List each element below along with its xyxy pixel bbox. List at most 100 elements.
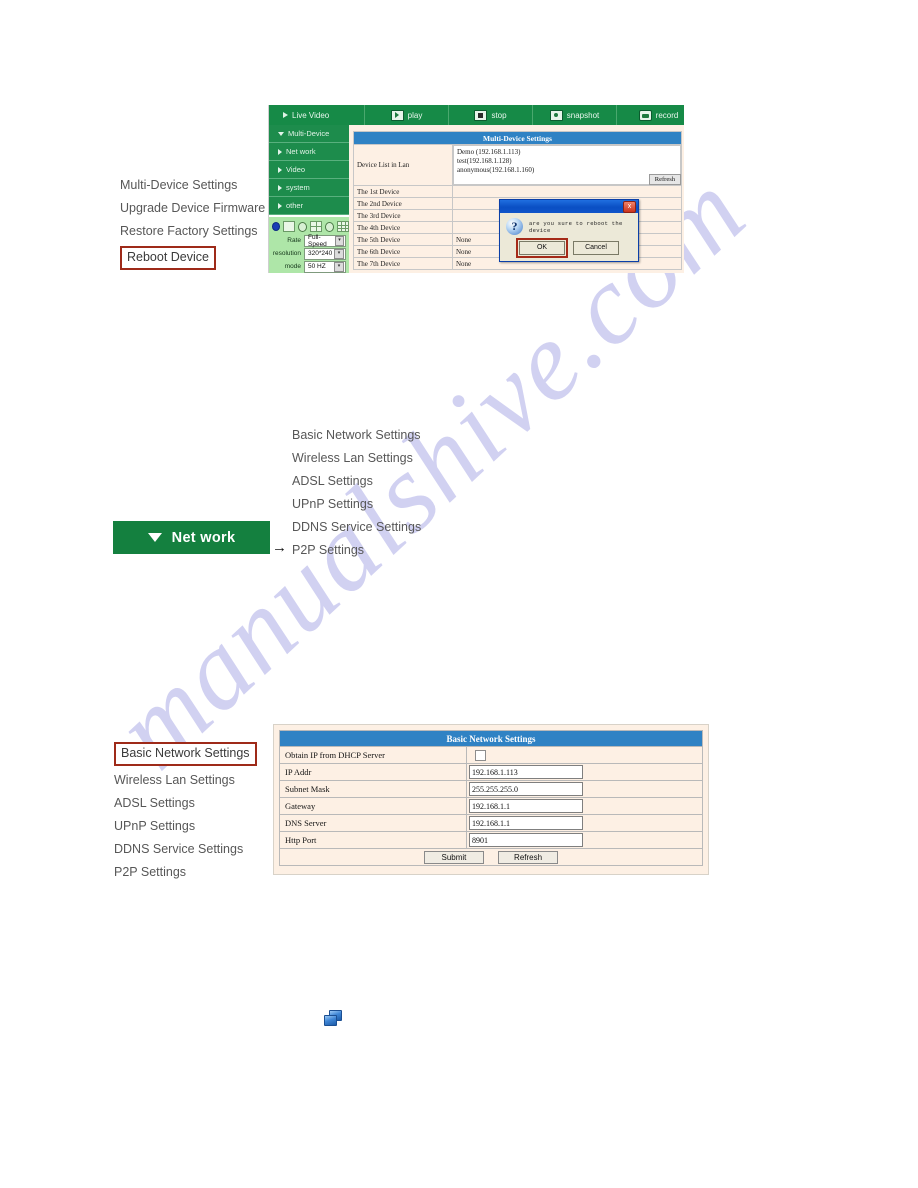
mode-row: mode 50 HZ ▾ — [269, 260, 349, 273]
toolbar-snapshot[interactable]: snapshot — [533, 105, 617, 125]
device-list-entry-2[interactable]: anonymous(192.168.1.160) — [457, 166, 677, 175]
radio-dot-icon[interactable] — [272, 222, 281, 231]
device-row-label-2[interactable]: The 2nd Device — [353, 197, 453, 210]
camera-toolbar: Live Video play stop snapshot record — [269, 105, 684, 125]
sidebar-item-system-label: system — [286, 183, 310, 192]
network-section-button[interactable]: Net work — [113, 521, 270, 554]
network-menu-label-list: Basic Network Settings Wireless Lan Sett… — [292, 428, 421, 558]
toolbar-record-label: record — [655, 110, 679, 120]
label-wireless-lan-settings: Wireless Lan Settings — [292, 451, 413, 465]
table-row: Gateway — [279, 797, 703, 815]
resolution-value: 320*240 — [308, 250, 333, 257]
toolbar-snapshot-label: snapshot — [566, 110, 600, 120]
device-row-label-3[interactable]: The 3rd Device — [353, 209, 453, 222]
camera-control-panel: Rate Full-Speed ▾ resolution 320*240 ▾ m… — [269, 215, 350, 273]
row-value-dhcp — [466, 746, 703, 764]
camera-ui-body: Multi-Device Net work Video system other — [269, 125, 684, 273]
device-row-value-1 — [452, 185, 682, 198]
toolbar-stop[interactable]: stop — [449, 105, 533, 125]
device-list-refresh-button[interactable]: Refresh — [648, 174, 681, 185]
label2-ddns-service-settings: DDNS Service Settings — [114, 842, 244, 856]
dialog-ok-button[interactable]: OK — [516, 238, 568, 258]
multi-device-panel: Multi-Device Settings Device List in Lan… — [349, 125, 684, 273]
chevron-right-icon — [278, 166, 282, 173]
device-list-entry-0[interactable]: Demo (192.168.1.113) — [457, 148, 677, 157]
table-row: IP Addr — [279, 763, 703, 781]
device-row-label-7[interactable]: The 7th Device — [353, 257, 453, 270]
mode-select[interactable]: 50 HZ ▾ — [304, 260, 346, 273]
circle-view-icon-2[interactable] — [325, 221, 335, 232]
system-menu-label-list: Multi-Device Settings Upgrade Device Fir… — [120, 178, 265, 270]
sidebar-item-multi-device-label: Multi-Device — [288, 129, 330, 138]
sidebar-item-video-label: Video — [286, 165, 306, 174]
row-label-ip-addr: IP Addr — [279, 763, 467, 781]
dns-server-input[interactable] — [469, 816, 583, 830]
toolbar-live-video[interactable]: Live Video — [269, 105, 365, 125]
row-label-subnet-mask: Subnet Mask — [279, 780, 467, 798]
single-view-icon[interactable] — [283, 221, 296, 232]
label2-upnp-settings: UPnP Settings — [114, 819, 196, 833]
view-mode-row — [269, 217, 350, 234]
sidebar-item-other[interactable]: other — [269, 197, 349, 215]
play-icon — [390, 109, 404, 121]
camera-ui-screenshot: Live Video play stop snapshot record Mul… — [268, 105, 684, 273]
dialog-cancel-button[interactable]: Cancel — [573, 241, 619, 255]
monitor-front-icon — [324, 1015, 337, 1026]
sidebar-item-video[interactable]: Video — [269, 161, 349, 179]
record-icon — [638, 109, 652, 121]
toolbar-record[interactable]: record — [617, 105, 684, 125]
sidebar-item-system[interactable]: system — [269, 179, 349, 197]
resolution-label: resolution — [272, 250, 301, 257]
toolbar-stop-label: stop — [491, 110, 507, 120]
table-row: Submit Refresh — [279, 848, 703, 866]
device-row-label-6[interactable]: The 6th Device — [353, 245, 453, 258]
gateway-input[interactable] — [469, 799, 583, 813]
http-port-input[interactable] — [469, 833, 583, 847]
device-list-label: Device List in Lan — [353, 144, 453, 186]
label-upnp-settings: UPnP Settings — [292, 497, 374, 511]
quad-view-icon[interactable] — [310, 221, 323, 232]
chevron-right-icon — [278, 148, 282, 155]
device-list-box[interactable]: Demo (192.168.1.113) test(192.168.1.128)… — [453, 145, 681, 185]
question-mark-icon: ? — [506, 218, 523, 235]
sidebar-item-network[interactable]: Net work — [269, 143, 349, 161]
row-label-dhcp: Obtain IP from DHCP Server — [279, 746, 467, 764]
resolution-select[interactable]: 320*240 ▾ — [304, 247, 346, 260]
device-row-label-5[interactable]: The 5th Device — [353, 233, 453, 246]
basic-panel-title: Basic Network Settings — [279, 730, 703, 747]
chevron-down-icon — [147, 533, 162, 542]
toolbar-play[interactable]: play — [365, 105, 449, 125]
label-basic-network-settings-hl-wrapper: Basic Network Settings — [114, 742, 257, 766]
row-label-gateway: Gateway — [279, 797, 467, 815]
submit-button[interactable]: Submit — [423, 850, 484, 864]
subnet-mask-input[interactable] — [469, 782, 583, 796]
chevron-right-icon — [278, 184, 282, 191]
highlight-reboot-device: Reboot Device — [120, 246, 216, 270]
table-row: Http Port — [279, 831, 703, 849]
basic-menu-label-list: Basic Network Settings Wireless Lan Sett… — [114, 742, 257, 880]
chevron-down-icon: ▾ — [334, 261, 344, 272]
table-row: The 1st Device — [353, 185, 682, 198]
dialog-body: ? are you sure to reboot the device — [500, 213, 638, 241]
sidebar-item-multi-device[interactable]: Multi-Device — [269, 125, 349, 143]
reboot-confirm-dialog: x ? are you sure to reboot the device OK… — [499, 199, 639, 262]
circle-view-icon[interactable] — [298, 221, 308, 232]
device-row-label-1: The 1st Device — [353, 185, 453, 198]
rate-select[interactable]: Full-Speed ▾ — [304, 234, 346, 248]
basic-network-settings-table: Basic Network Settings Obtain IP from DH… — [279, 730, 703, 866]
dhcp-checkbox[interactable] — [475, 749, 486, 761]
ip-addr-input[interactable] — [469, 765, 583, 779]
pointer-arrow-icon: → — [272, 539, 287, 556]
nine-view-icon[interactable] — [337, 221, 350, 232]
basic-network-settings-screenshot: Basic Network Settings Obtain IP from DH… — [273, 724, 709, 875]
device-list-entry-1[interactable]: test(192.168.1.128) — [457, 157, 677, 166]
device-row-label-4[interactable]: The 4th Device — [353, 221, 453, 234]
label-p2p-settings: P2P Settings — [292, 543, 365, 557]
chevron-down-icon: ▾ — [335, 235, 344, 246]
highlight-basic-network-settings: Basic Network Settings — [114, 742, 257, 766]
close-icon[interactable]: x — [623, 200, 636, 213]
toolbar-live-video-label: Live Video — [292, 110, 330, 120]
refresh-button[interactable]: Refresh — [498, 850, 559, 864]
chevron-right-icon — [278, 202, 282, 209]
chevron-down-icon — [278, 131, 284, 136]
